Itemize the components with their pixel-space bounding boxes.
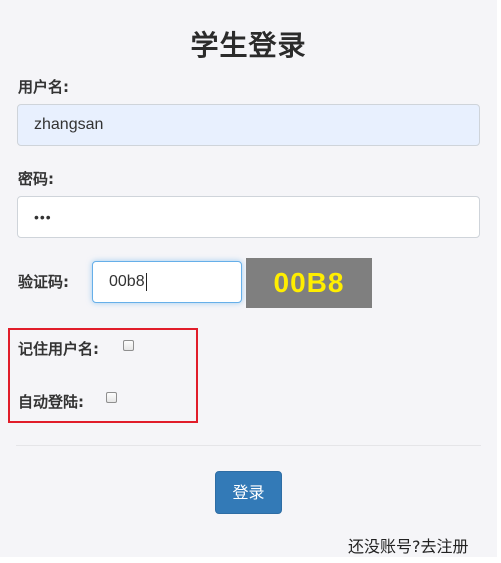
password-label: 密码: xyxy=(18,170,54,188)
text-cursor xyxy=(145,272,147,291)
remember-username-checkbox[interactable] xyxy=(123,340,134,351)
captcha-input-value: 00b8 xyxy=(109,273,145,290)
login-panel: 学生登录 用户名: zhangsan 密码: ••• 验证码: 00b8 00B… xyxy=(0,0,497,557)
auto-login-label: 自动登陆: xyxy=(18,393,84,411)
divider xyxy=(16,445,481,446)
username-label: 用户名: xyxy=(18,78,69,96)
remember-username-label: 记住用户名: xyxy=(18,340,99,358)
auto-login-checkbox[interactable] xyxy=(106,392,117,403)
username-input[interactable]: zhangsan xyxy=(17,104,480,146)
register-link[interactable]: 还没账号?去注册 xyxy=(348,533,469,557)
login-button[interactable]: 登录 xyxy=(215,471,282,514)
page-title: 学生登录 xyxy=(190,29,307,62)
password-input[interactable]: ••• xyxy=(17,196,480,238)
captcha-image[interactable]: 00B8 xyxy=(246,258,372,308)
captcha-label: 验证码: xyxy=(18,273,69,291)
captcha-input[interactable]: 00b8 xyxy=(92,261,242,303)
username-value: zhangsan xyxy=(34,116,104,133)
password-masked-value: ••• xyxy=(34,209,52,225)
